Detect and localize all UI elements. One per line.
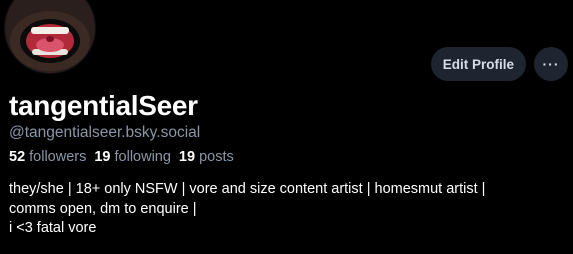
edit-profile-button[interactable]: Edit Profile (430, 47, 526, 81)
handle: @tangentialseer.bsky.social (9, 124, 201, 141)
following-link[interactable]: 19 following (94, 149, 171, 165)
followers-label: followers (29, 149, 87, 165)
avatar[interactable] (5, 0, 95, 73)
bio-line: i <3 fatal vore (9, 220, 97, 236)
followers-link[interactable]: 52 followers (9, 149, 86, 165)
profile-bio: they/she | 18+ only NSFW | vore and size… (9, 180, 564, 239)
posts-count: 19 (178, 149, 196, 165)
more-options-button[interactable]: ··· (534, 47, 568, 81)
following-label: following (114, 149, 171, 165)
bio-line: comms open, dm to enquire | (9, 200, 197, 217)
profile-actions: Edit Profile ··· (430, 47, 568, 81)
profile-stats: 52 followers 19 following 19 posts (9, 149, 234, 165)
posts-stat: 19 posts (179, 149, 234, 165)
bio-line: they/she | 18+ only NSFW | vore and size… (9, 181, 486, 197)
following-count: 19 (94, 149, 111, 165)
display-name: tangentialSeer (9, 90, 198, 121)
more-icon: ··· (542, 56, 560, 72)
avatar-image (5, 0, 95, 73)
followers-count: 52 (9, 149, 26, 165)
posts-label: posts (199, 149, 234, 165)
